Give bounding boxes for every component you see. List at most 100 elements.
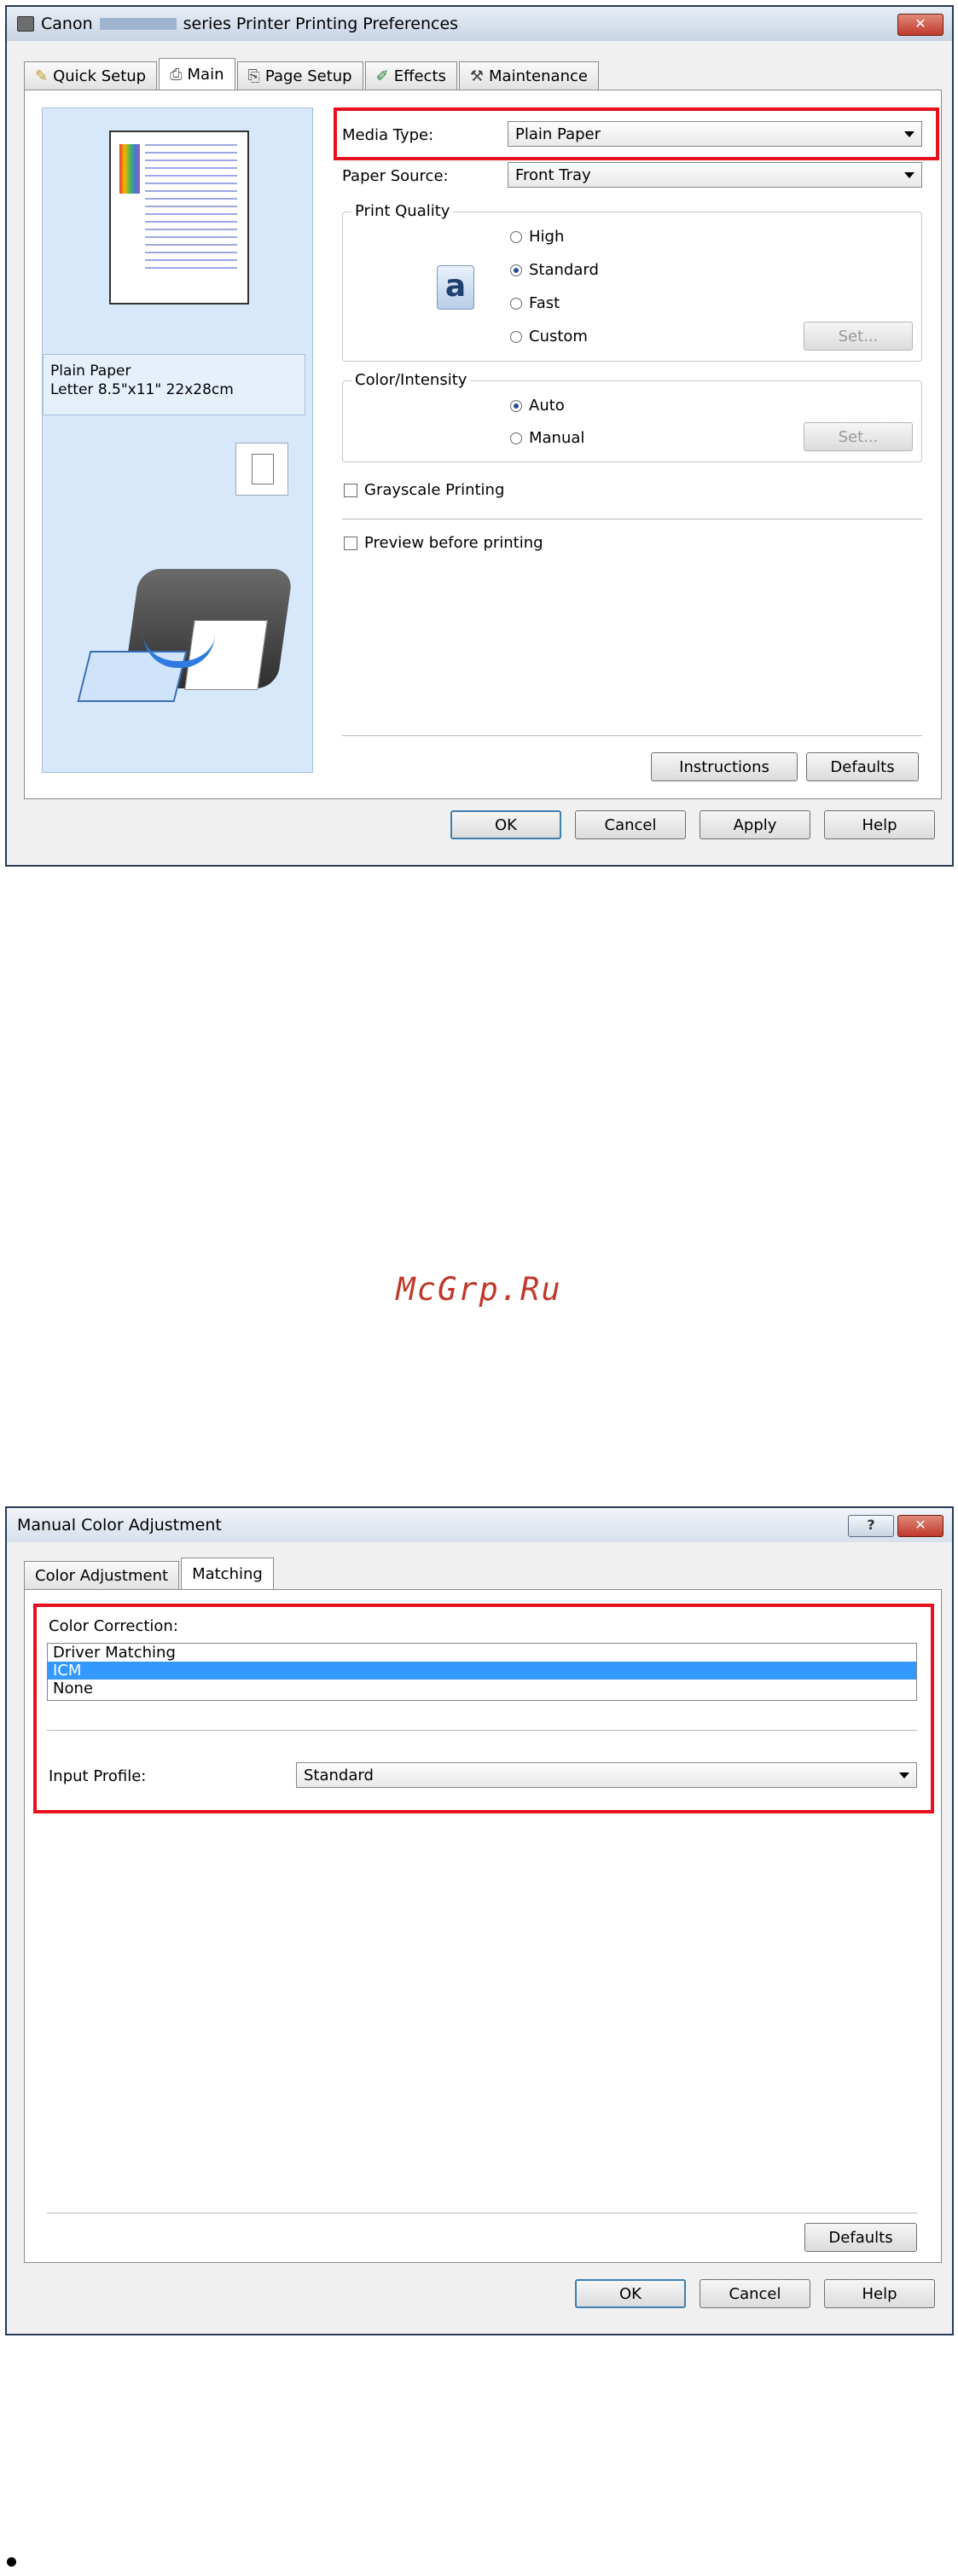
title-bar: Manual Color Adjustment — [7, 1508, 952, 1542]
paper-source-select[interactable]: Front Tray — [508, 162, 922, 188]
quality-fast-label: Fast — [529, 294, 560, 312]
close-icon: ✕ — [914, 15, 926, 32]
effects-icon: ✐ — [375, 67, 389, 85]
radio-button — [510, 330, 522, 343]
ok-button[interactable]: OK — [575, 2279, 686, 2308]
quality-high-label: High — [529, 228, 565, 246]
page-preview — [109, 131, 249, 305]
tab-strip: ✎ Quick Setup ⎙ Main ⎘ Page Setup ✐ Effects … — [24, 58, 599, 90]
defaults-label: Defaults — [828, 2228, 893, 2247]
radio-button — [510, 297, 522, 310]
quality-custom-label: Custom — [529, 328, 588, 345]
apply-button[interactable]: Apply — [700, 810, 810, 839]
list-item-driver-matching[interactable]: Driver Matching — [48, 1644, 916, 1662]
quality-high-radio[interactable]: High — [510, 228, 564, 246]
color-set-button[interactable]: Set... — [804, 422, 913, 451]
color-auto-radio[interactable]: Auto — [510, 397, 565, 415]
media-info-size: Letter 8.5"x11" 22x28cm — [50, 381, 234, 398]
manual-color-adjustment-dialog: Manual Color Adjustment ? ✕ Color Adjust… — [5, 1506, 954, 2335]
tab-page-setup[interactable]: ⎘ Page Setup — [236, 61, 363, 90]
help-button[interactable]: Help — [824, 2279, 935, 2308]
color-correction-list[interactable]: Driver Matching ICM None — [47, 1643, 917, 1701]
tab-matching-label: Matching — [192, 1565, 263, 1583]
print-quality-group: Print Quality a High Standard Fast Custo… — [342, 202, 922, 362]
list-item-none[interactable]: None — [48, 1680, 916, 1697]
grayscale-checkbox[interactable]: Grayscale Printing — [344, 481, 504, 499]
quality-custom-radio[interactable]: Custom — [510, 328, 588, 345]
quick-setup-icon: ✎ — [35, 67, 49, 85]
input-profile-label: Input Profile: — [49, 1767, 147, 1785]
tab-main[interactable]: ⎙ Main — [159, 58, 235, 90]
printer-icon — [17, 16, 34, 32]
defaults-button[interactable]: Defaults — [804, 2223, 917, 2252]
list-item-icm[interactable]: ICM — [48, 1662, 916, 1680]
printer-illustration-icon — [77, 569, 293, 705]
preview-before-printing-label: Preview before printing — [364, 534, 543, 552]
dialog-title: Manual Color Adjustment — [17, 1516, 222, 1535]
checkbox-box — [344, 483, 357, 497]
tab-page-setup-label: Page Setup — [264, 67, 352, 85]
quality-fast-radio[interactable]: Fast — [510, 294, 560, 312]
radio-button-selected — [510, 264, 522, 276]
tab-effects-label: Effects — [393, 67, 446, 85]
help-title-button[interactable]: ? — [848, 1515, 894, 1537]
tab-maintenance[interactable]: ⚒ Maintenance — [458, 61, 599, 90]
tab-maintenance-label: Maintenance — [489, 67, 588, 85]
orientation-icon — [235, 443, 288, 496]
tab-effects[interactable]: ✐ Effects — [364, 61, 457, 90]
grayscale-label: Grayscale Printing — [364, 481, 505, 499]
radio-button — [510, 432, 522, 444]
tab-color-adjustment[interactable]: Color Adjustment — [24, 1561, 180, 1590]
color-manual-radio[interactable]: Manual — [510, 429, 584, 447]
color-set-label: Set... — [838, 427, 879, 446]
ok-label: OK — [495, 815, 517, 834]
quality-set-button[interactable]: Set... — [804, 322, 913, 351]
divider — [47, 1730, 917, 1732]
cancel-button[interactable]: Cancel — [700, 2279, 810, 2308]
main-icon: ⎙ — [170, 66, 183, 84]
tab-matching[interactable]: Matching — [181, 1558, 274, 1590]
media-info-type: Plain Paper — [50, 363, 131, 380]
page-preview-lines — [145, 144, 237, 272]
help-icon: ? — [867, 1517, 875, 1533]
defaults-button[interactable]: Defaults — [806, 752, 919, 781]
radio-button — [510, 230, 522, 243]
tab-strip: Color Adjustment Matching — [24, 1558, 274, 1590]
divider — [47, 2213, 917, 2214]
color-auto-label: Auto — [529, 397, 565, 415]
paper-source-label: Paper Source: — [342, 167, 449, 185]
color-intensity-group: Color/Intensity Auto Manual Set... — [342, 371, 922, 462]
orientation-page-icon — [252, 454, 274, 484]
quality-standard-radio[interactable]: Standard — [510, 261, 599, 279]
input-profile-select[interactable]: Standard — [296, 1762, 917, 1788]
close-button[interactable]: ✕ — [897, 14, 943, 36]
divider — [342, 519, 922, 520]
input-profile-value: Standard — [304, 1766, 374, 1784]
cancel-button[interactable]: Cancel — [575, 810, 686, 839]
ok-button[interactable]: OK — [450, 810, 561, 839]
color-correction-label: Color Correction: — [49, 1617, 178, 1635]
instructions-label: Instructions — [679, 757, 769, 776]
help-label: Help — [862, 2284, 897, 2303]
preview-before-printing-checkbox[interactable]: Preview before printing — [344, 534, 543, 552]
tab-quick-setup[interactable]: ✎ Quick Setup — [24, 61, 158, 90]
print-quality-title: Print Quality — [351, 202, 454, 220]
page-preview-image — [119, 144, 140, 194]
color-intensity-title: Color/Intensity — [351, 371, 471, 389]
media-type-highlight — [334, 107, 939, 160]
close-icon: ✕ — [914, 1517, 926, 1533]
quality-glyph: a — [444, 269, 467, 304]
close-button[interactable]: ✕ — [897, 1515, 943, 1537]
page-setup-icon: ⎘ — [247, 67, 260, 85]
help-button[interactable]: Help — [824, 810, 935, 839]
cancel-label: Cancel — [729, 2284, 781, 2303]
matching-panel: Color Correction: Driver Matching ICM No… — [24, 1589, 942, 2263]
title-model-redacted — [99, 18, 177, 30]
title-prefix: Canon — [41, 15, 93, 33]
tab-quick-setup-label: Quick Setup — [53, 67, 147, 85]
instructions-button[interactable]: Instructions — [651, 752, 798, 781]
ok-label: OK — [619, 2284, 642, 2303]
divider — [342, 735, 922, 737]
bullet-point — [7, 2557, 16, 2567]
title-bar: Canon series Printer Printing Preference… — [7, 7, 952, 41]
